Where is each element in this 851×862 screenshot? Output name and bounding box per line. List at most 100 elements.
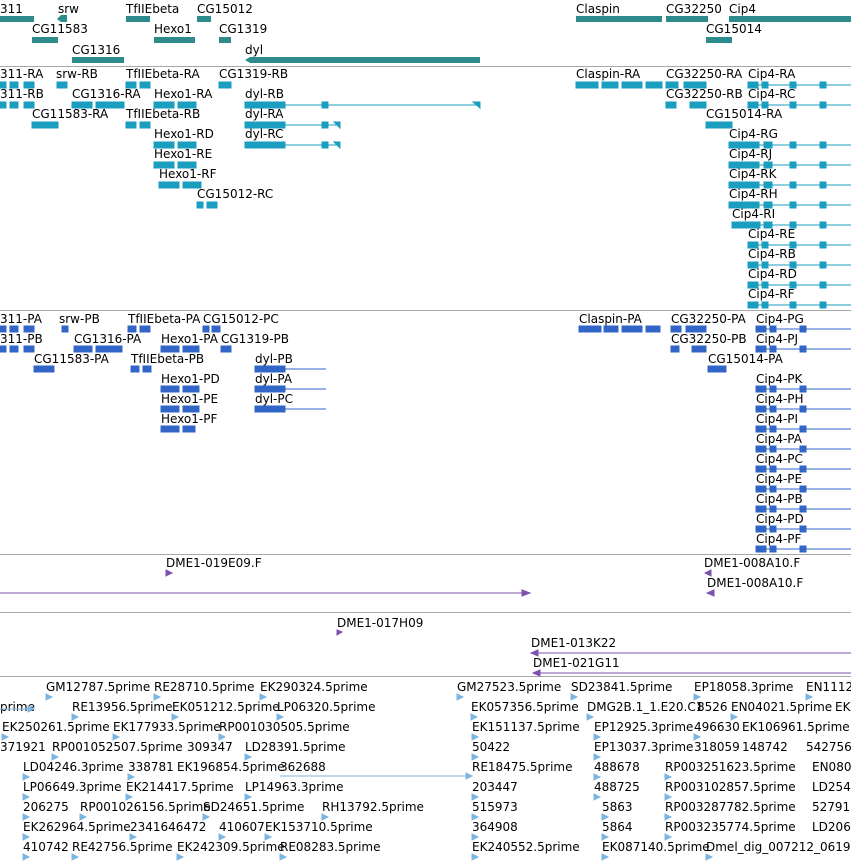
cds xyxy=(9,325,19,333)
cds xyxy=(142,365,152,373)
exon xyxy=(761,81,769,89)
clone-marker xyxy=(165,569,174,577)
exon xyxy=(819,261,827,269)
cds xyxy=(182,425,196,433)
transcript-glyphs[interactable] xyxy=(0,81,851,309)
exon xyxy=(789,161,797,169)
cds xyxy=(799,505,807,513)
clone-glyphs[interactable] xyxy=(0,569,851,677)
exon xyxy=(789,181,797,189)
exon xyxy=(575,81,599,89)
exon xyxy=(789,301,797,309)
est-marker xyxy=(471,813,480,821)
est-marker xyxy=(570,693,579,701)
exon xyxy=(56,81,68,89)
exon xyxy=(761,281,769,289)
cds xyxy=(799,385,807,393)
cds xyxy=(799,405,807,413)
exon xyxy=(747,101,759,109)
est-marker xyxy=(593,753,602,761)
est-marker xyxy=(664,793,673,801)
est-marker xyxy=(27,705,36,713)
cds xyxy=(23,325,35,333)
gene-bar xyxy=(576,16,662,22)
est-marker xyxy=(71,853,80,861)
exon xyxy=(139,81,151,89)
exon xyxy=(763,201,773,209)
cds xyxy=(254,365,286,373)
est-marker xyxy=(471,753,480,761)
gene-bar xyxy=(245,57,480,63)
est-marker xyxy=(693,693,702,701)
cds xyxy=(755,405,767,413)
exon xyxy=(761,101,769,109)
cds xyxy=(254,385,286,393)
cds xyxy=(769,425,777,433)
est-marker xyxy=(71,713,80,721)
est-marker xyxy=(22,853,31,861)
cds xyxy=(182,405,200,413)
est-marker xyxy=(586,713,595,721)
cds xyxy=(755,385,767,393)
est-marker xyxy=(471,733,480,741)
cds xyxy=(182,345,200,353)
exon xyxy=(9,101,19,109)
cds xyxy=(799,425,807,433)
cds xyxy=(645,325,661,333)
cds xyxy=(799,465,807,473)
est-marker xyxy=(470,713,479,721)
cds xyxy=(755,465,767,473)
exon xyxy=(95,101,125,109)
est-marker xyxy=(22,773,31,781)
exon xyxy=(819,161,827,169)
est-marker xyxy=(79,813,88,821)
est-marker xyxy=(730,713,739,721)
exon xyxy=(819,201,827,209)
cds xyxy=(769,385,777,393)
gene-bar xyxy=(666,16,708,22)
est-marker xyxy=(593,773,602,781)
gene-bar xyxy=(126,16,150,22)
est-marker xyxy=(22,833,31,841)
cds xyxy=(182,385,200,393)
feature-glyph-layer xyxy=(0,15,851,861)
gene-bar xyxy=(0,16,34,22)
cds xyxy=(769,325,777,333)
cds xyxy=(160,345,180,353)
exon xyxy=(125,121,137,129)
cds xyxy=(254,405,286,413)
gene-bar xyxy=(154,37,195,43)
exon xyxy=(206,201,218,209)
est-marker xyxy=(22,813,31,821)
exon xyxy=(819,241,827,249)
est-marker xyxy=(202,813,211,821)
gene-glyphs[interactable] xyxy=(0,15,851,63)
cds xyxy=(769,525,777,533)
cds xyxy=(755,545,767,553)
cds xyxy=(670,345,680,353)
est-marker xyxy=(321,813,330,821)
gene-bar xyxy=(197,16,211,22)
est-marker xyxy=(218,833,227,841)
est-marker xyxy=(593,793,602,801)
exon xyxy=(177,141,197,149)
protein-glyphs[interactable] xyxy=(0,325,851,553)
cds xyxy=(127,325,137,333)
exon xyxy=(747,241,759,249)
cds xyxy=(578,325,602,333)
cds xyxy=(707,365,727,373)
cds xyxy=(0,325,7,333)
exon xyxy=(763,141,773,149)
est-marker xyxy=(465,772,474,780)
est-marker xyxy=(218,733,227,741)
exon xyxy=(819,301,827,309)
est-glyphs[interactable] xyxy=(0,693,814,861)
exon xyxy=(705,121,733,129)
cds xyxy=(755,345,767,353)
est-marker xyxy=(279,853,288,861)
est-marker xyxy=(805,693,814,701)
est-marker xyxy=(471,793,480,801)
est-marker xyxy=(601,853,610,861)
exon xyxy=(153,141,175,149)
cds xyxy=(769,545,777,553)
